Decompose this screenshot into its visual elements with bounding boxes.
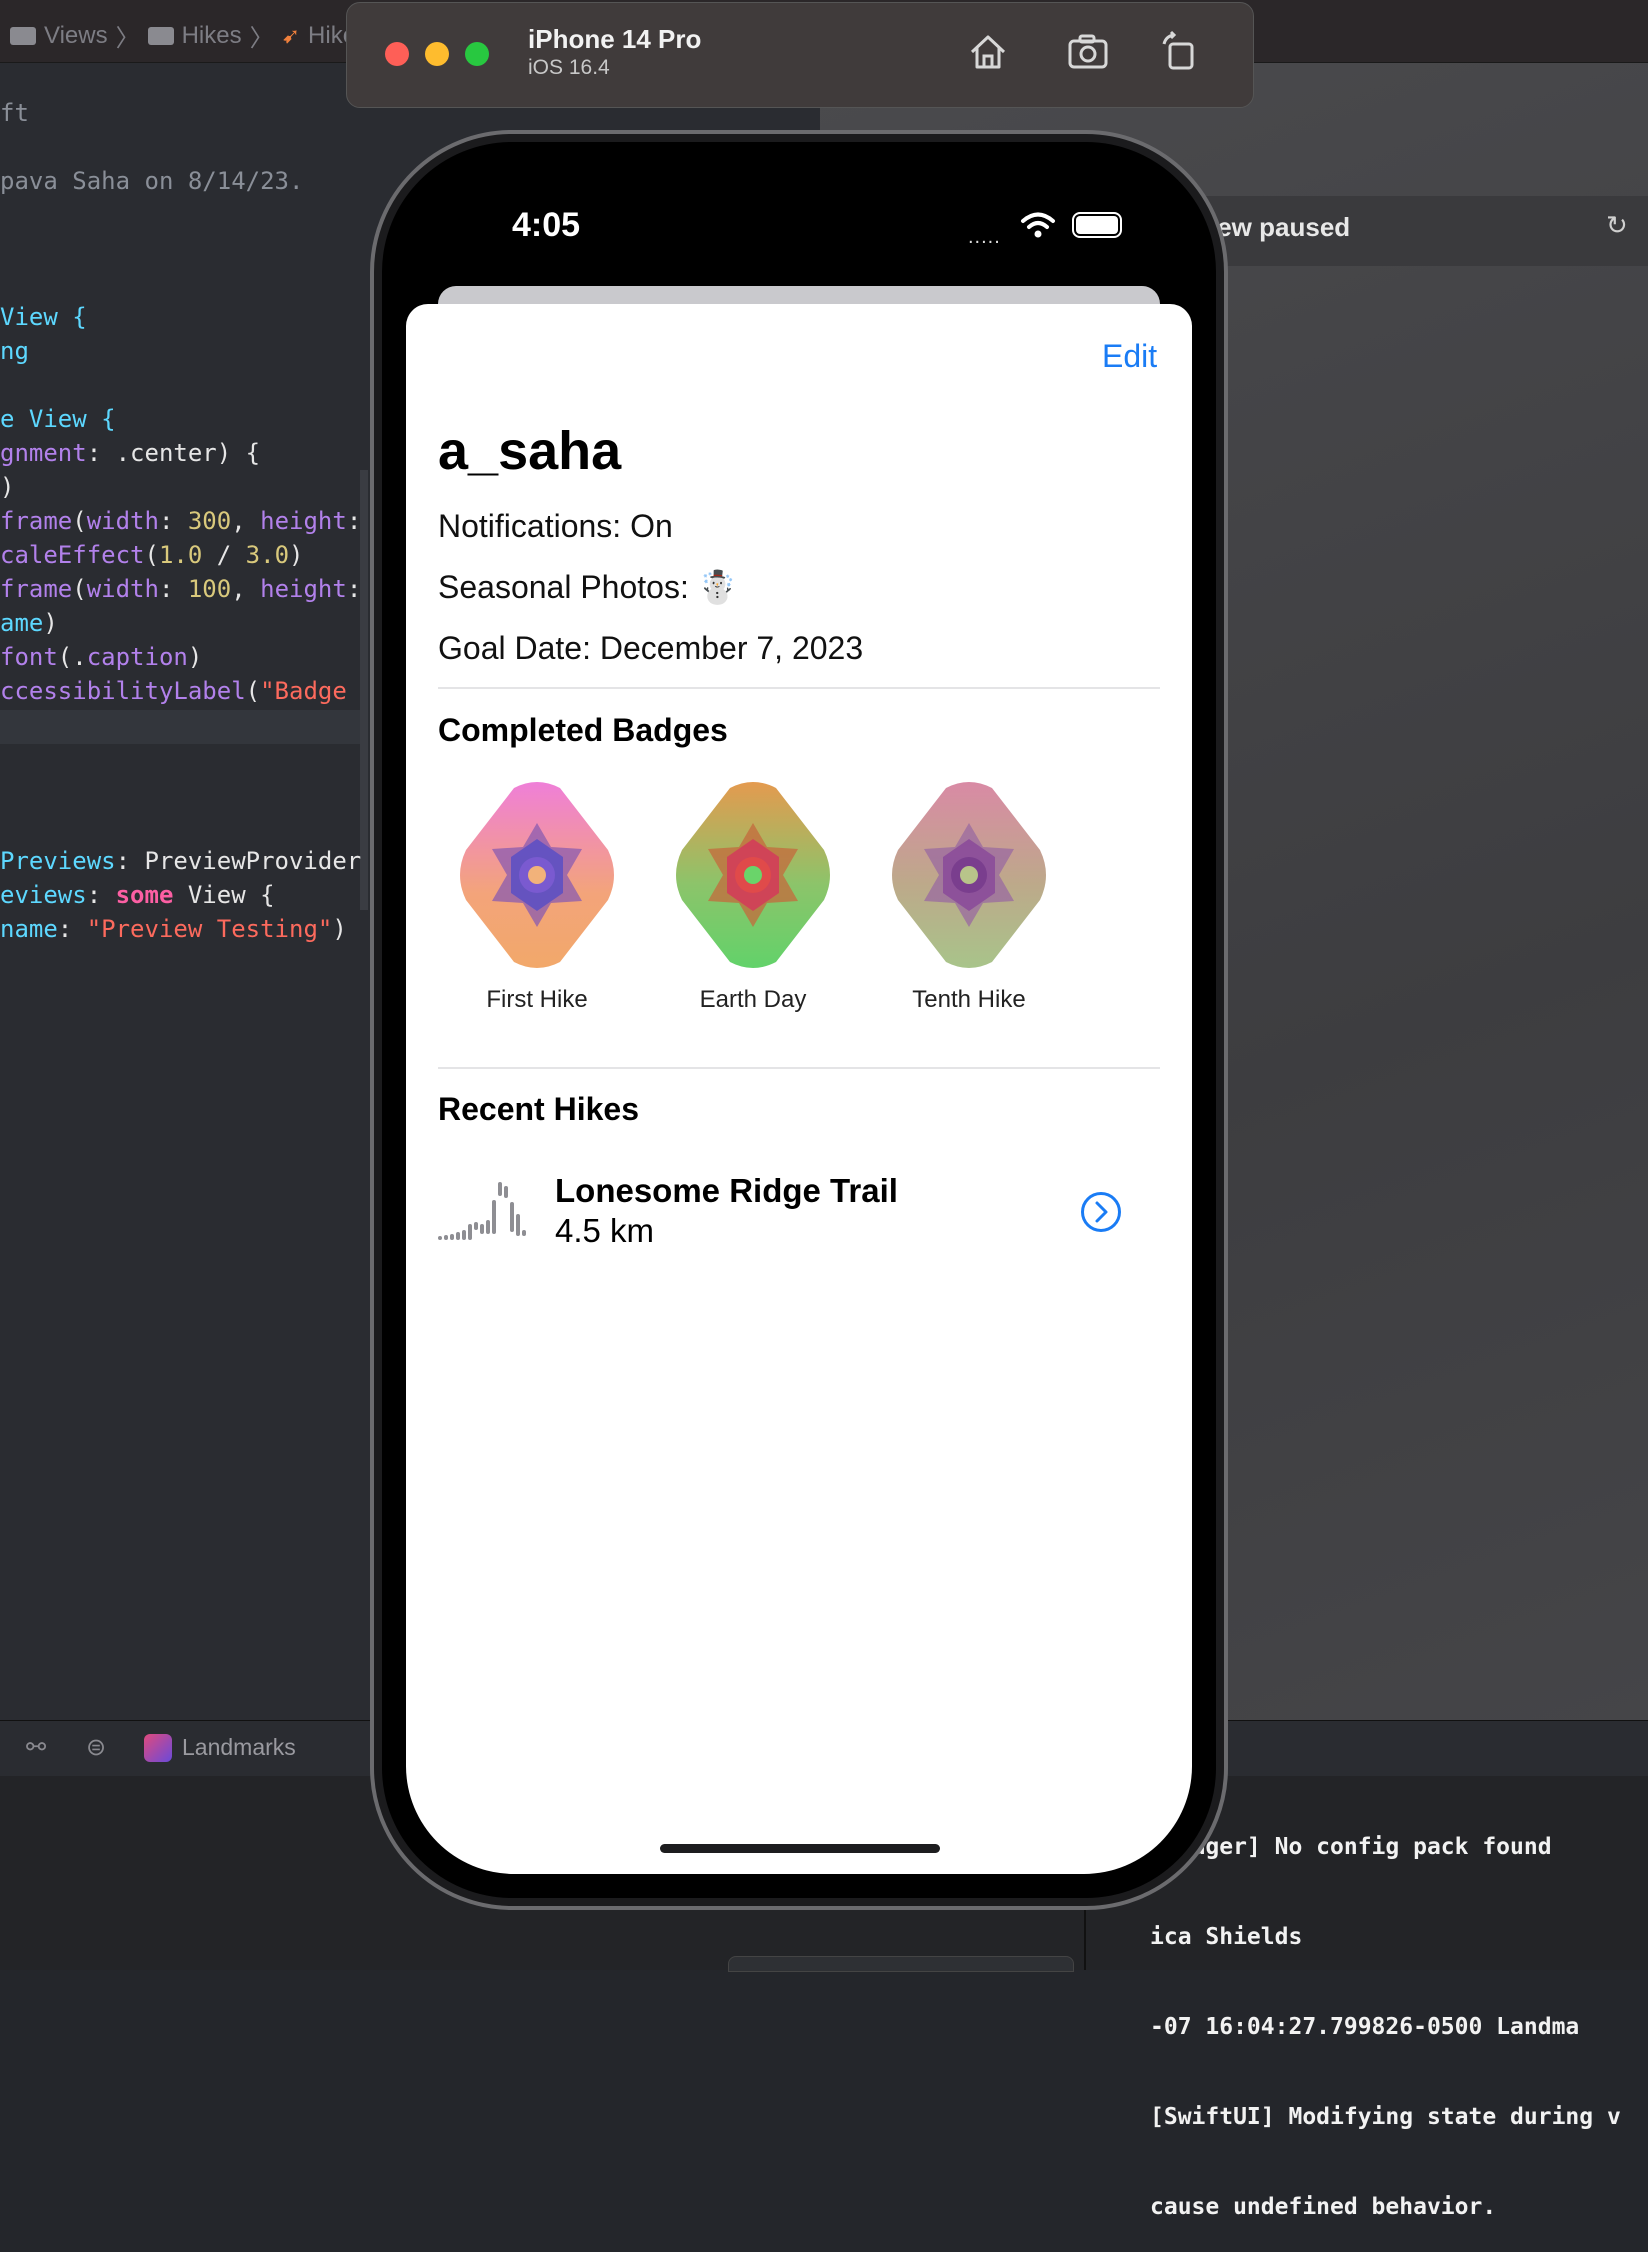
code-line[interactable]: ccessibilityLabel("Badge	[0, 674, 361, 708]
breadcrumb-item[interactable]: Views	[44, 22, 108, 50]
zoom-window-button[interactable]	[465, 42, 489, 66]
seasonal-photos-row: Seasonal Photos: ☃️	[438, 568, 738, 606]
notifications-row: Notifications: On	[438, 508, 673, 544]
tenth-hike-badge-icon	[892, 782, 1046, 968]
console-line: Manager] No config pack found	[1150, 1834, 1552, 1860]
code-line[interactable]: eviews: some View {	[0, 878, 361, 912]
app-icon	[144, 1734, 172, 1762]
console-line: cause undefined behavior.	[1150, 2194, 1497, 2220]
toggle-icon[interactable]: ⊜	[82, 1734, 110, 1762]
seasonal-photos-label: Seasonal Photos:	[438, 569, 689, 605]
folder-icon	[147, 26, 174, 45]
console-line: ica Shields	[1150, 1924, 1303, 1950]
code-line[interactable]	[0, 742, 361, 776]
breadcrumb-item[interactable]: Hikes	[182, 22, 242, 50]
breadcrumb: Views 〉 Hikes 〉 ➹ Hike	[10, 18, 356, 53]
code-line[interactable]: )	[0, 470, 361, 504]
swift-file-icon: ➹	[281, 22, 301, 48]
code-line[interactable]	[0, 776, 361, 810]
canvas-status: iew paused	[1210, 212, 1351, 242]
console-line: -07 16:04:27.799826-0500 Landma	[1150, 2014, 1580, 2040]
screenshot-icon[interactable]	[1066, 30, 1110, 74]
code-line[interactable]: View {	[0, 300, 361, 334]
completed-badges-title: Completed Badges	[438, 712, 728, 748]
console-line: [SwiftUI] Modifying state during v	[1150, 2104, 1621, 2130]
console-output: Manager] No config pack found ica Shield…	[1150, 1772, 1621, 2252]
code-line[interactable]: caleEffect(1.0 / 3.0)	[0, 538, 361, 572]
chevron-right-icon: 〉	[115, 25, 140, 52]
code-line[interactable]: Previews: PreviewProvider	[0, 844, 361, 878]
close-window-button[interactable]	[385, 42, 409, 66]
divider	[438, 687, 1160, 689]
code-line[interactable]: e View {	[0, 402, 361, 436]
refresh-icon[interactable]: ↻	[1606, 212, 1632, 238]
badge-label: First Hike	[486, 986, 588, 1013]
code-line[interactable]: pava Saha on 8/14/23.	[0, 164, 361, 198]
code-line[interactable]	[0, 368, 361, 402]
status-time: 4:05	[512, 206, 581, 244]
code-line[interactable]: ame)	[0, 606, 361, 640]
hike-distance: 4.5 km	[555, 1212, 655, 1249]
home-icon[interactable]	[966, 30, 1010, 74]
code-line[interactable]: name: "Preview Testing")	[0, 912, 361, 946]
scheme-label[interactable]: Landmarks	[182, 1734, 296, 1761]
signal-dots-icon: .....	[968, 226, 1001, 248]
code-line[interactable]	[0, 810, 361, 844]
code-line[interactable]	[0, 198, 361, 232]
code-line[interactable]: frame(width: 100, height:	[0, 572, 361, 606]
recent-hikes-title: Recent Hikes	[438, 1091, 639, 1127]
rotate-icon[interactable]	[1158, 30, 1202, 74]
code-line[interactable]: ft	[0, 96, 361, 130]
code-line[interactable]	[0, 130, 361, 164]
wifi-icon	[1021, 212, 1055, 238]
breakpoint-icon[interactable]: ⚯	[22, 1734, 50, 1762]
simulator-device-name: iPhone 14 Pro	[528, 24, 702, 54]
chevron-right-icon: 〉	[249, 25, 274, 52]
code-line[interactable]: font(.caption)	[0, 640, 361, 674]
simulator-os-version: iOS 16.4	[528, 56, 610, 79]
folder-icon	[10, 26, 36, 45]
hike-name[interactable]: Lonesome Ridge Trail	[555, 1172, 898, 1210]
code-line[interactable]: frame(width: 300, height:	[0, 504, 361, 538]
badge-label: Earth Day	[699, 986, 807, 1013]
home-indicator[interactable]	[660, 1844, 940, 1853]
earth-day-badge-icon	[676, 782, 830, 968]
minimize-window-button[interactable]	[425, 42, 449, 66]
code-line[interactable]: gnment: .center) {	[0, 436, 361, 470]
code-line[interactable]: ng	[0, 334, 361, 368]
first-hike-badge-icon	[460, 782, 614, 968]
code-line[interactable]	[0, 708, 361, 742]
divider	[438, 1067, 1160, 1069]
code-line[interactable]	[0, 266, 361, 300]
battery-icon	[1072, 212, 1122, 238]
edit-button[interactable]: Edit	[1102, 338, 1157, 375]
code-line[interactable]	[0, 232, 361, 266]
hike-elevation-graph-icon	[438, 1182, 526, 1240]
snowman-icon: ☃️	[697, 569, 738, 605]
chevron-right-circle-icon[interactable]	[1080, 1191, 1122, 1233]
profile-username: a_saha	[438, 421, 622, 481]
badge-label: Tenth Hike	[912, 986, 1026, 1013]
goal-date-row: Goal Date: December 7, 2023	[438, 630, 864, 666]
code-text: ft pava Saha on 8/14/23. View {ng e View {g…	[0, 96, 361, 946]
